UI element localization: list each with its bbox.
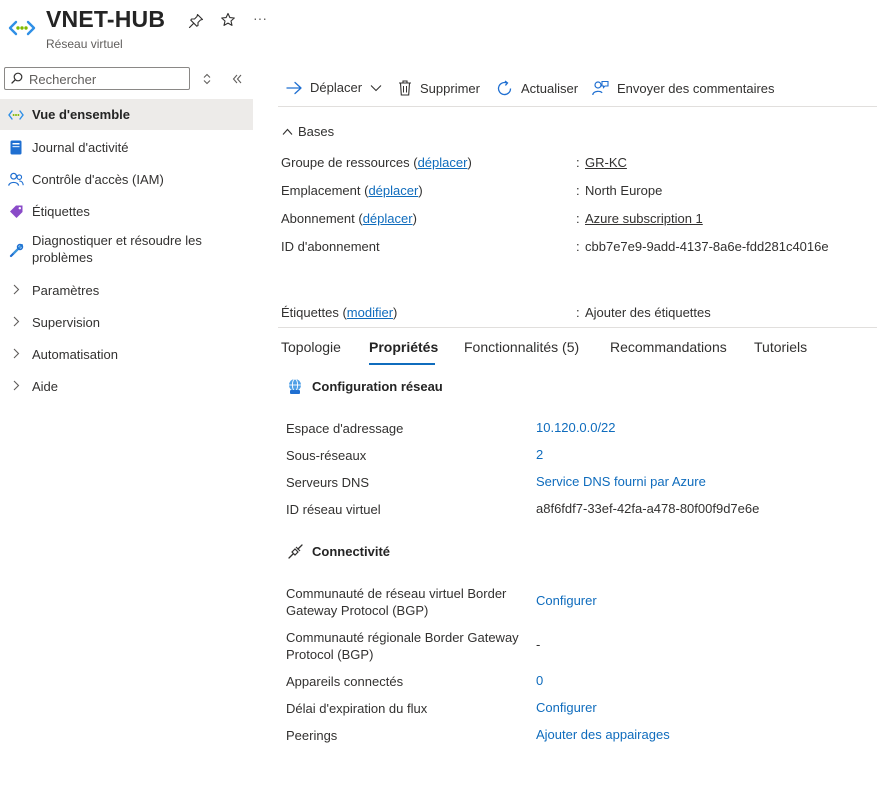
subscription-id-value: cbb7e7e9-9add-4137-8a6e-fdd281c4016e — [585, 239, 829, 254]
chevron-right-icon — [8, 315, 24, 330]
refresh-icon — [497, 80, 512, 96]
chevron-right-icon — [8, 379, 24, 394]
connected-devices-label: Appareils connectés — [286, 674, 404, 689]
vnet-id-value: a8f6fdf7-33ef-42fa-a478-80f00f9d7e6e — [536, 501, 760, 516]
subscription-label: Abonnement (déplacer) — [281, 211, 417, 226]
dns-servers-link[interactable]: Service DNS fourni par Azure — [536, 474, 706, 489]
vnet-icon — [8, 107, 24, 123]
tab-properties[interactable]: Propriétés — [369, 339, 438, 355]
tab-topology[interactable]: Topologie — [281, 339, 341, 355]
tags-label: Étiquettes (modifier) — [281, 305, 398, 320]
sidebar-item-label: Journal d'activité — [32, 139, 129, 155]
subnets-label: Sous-réseaux — [286, 448, 367, 463]
sidebar-item-label: Contrôle d'accès (IAM) — [32, 172, 164, 187]
tab-capabilities[interactable]: Fonctionnalités (5) — [464, 339, 579, 355]
sidebar-item-label: Diagnostiquer et résoudre les problèmes — [32, 233, 202, 265]
essentials-divider — [278, 327, 877, 328]
vnet-icon — [8, 20, 36, 36]
move-resource-group-link[interactable]: déplacer — [418, 155, 468, 170]
chevron-right-icon — [8, 283, 24, 298]
delete-button[interactable]: Supprimer — [398, 80, 480, 96]
connected-devices-link[interactable]: 0 — [536, 673, 543, 688]
flow-timeout-label: Délai d'expiration du flux — [286, 701, 428, 716]
add-peerings-link[interactable]: Ajouter des appairages — [536, 727, 670, 742]
configure-bgp-link[interactable]: Configurer — [536, 593, 597, 608]
trash-icon — [399, 80, 411, 96]
search-icon — [11, 72, 23, 84]
arrow-right-icon — [286, 81, 302, 94]
chevron-up-icon — [282, 128, 293, 135]
plug-icon — [286, 542, 304, 560]
tab-recommendations[interactable]: Recommandations — [610, 339, 727, 355]
page-title: VNET-HUB — [46, 6, 166, 32]
chevron-down-icon — [370, 84, 382, 91]
resource-group-link[interactable]: GR-KC — [585, 155, 627, 170]
connectivity-heading: Connectivité — [286, 542, 390, 560]
dns-servers-label: Serveurs DNS — [286, 475, 370, 490]
regional-bgp-label: Communauté régionale Border Gateway Prot… — [286, 630, 519, 662]
sidebar-item-settings[interactable]: Paramètres — [0, 275, 253, 306]
subscription-id-label: ID d'abonnement — [281, 239, 380, 254]
more-options-button[interactable]: ··· — [253, 10, 267, 26]
tag-icon — [8, 204, 24, 220]
star-icon[interactable] — [220, 12, 236, 28]
iam-people-icon — [8, 172, 24, 188]
tab-tutorials[interactable]: Tutoriels — [754, 339, 807, 355]
collapse-sidebar-icon[interactable] — [232, 74, 242, 84]
address-space-link[interactable]: 10.120.0.0/22 — [536, 420, 616, 435]
vnet-id-label: ID réseau virtuel — [286, 502, 381, 517]
sort-icon[interactable] — [202, 73, 212, 85]
bgp-community-label: Communauté de réseau virtuel Border Gate… — [286, 586, 507, 618]
add-tags-link[interactable]: Ajouter des étiquettes — [585, 305, 711, 320]
feedback-icon — [592, 80, 609, 96]
sidebar-item-label: Paramètres — [32, 283, 100, 298]
sidebar-item-monitoring[interactable]: Supervision — [0, 307, 253, 338]
feedback-button[interactable]: Envoyer des commentaires — [592, 80, 775, 96]
sidebar-item-overview[interactable]: Vue d'ensemble — [0, 99, 253, 130]
essentials-toggle[interactable]: Bases — [282, 124, 334, 139]
location-label: Emplacement (déplacer) — [281, 183, 423, 198]
edit-tags-link[interactable]: modifier — [347, 305, 393, 320]
sidebar-item-automation[interactable]: Automatisation — [0, 339, 253, 370]
regional-bgp-value: - — [536, 637, 541, 652]
move-subscription-link[interactable]: déplacer — [363, 211, 413, 226]
configure-flow-timeout-link[interactable]: Configurer — [536, 700, 597, 715]
sidebar-item-diagnose[interactable]: Diagnostiquer et résoudre les problèmes — [0, 232, 253, 268]
search-input[interactable] — [27, 70, 191, 89]
subnets-link[interactable]: 2 — [536, 447, 543, 462]
page-subtitle: Réseau virtuel — [46, 37, 123, 51]
wrench-icon — [8, 242, 24, 258]
toolbar-divider — [278, 106, 877, 107]
location-value: North Europe — [585, 183, 663, 198]
pin-icon[interactable] — [188, 13, 204, 29]
sidebar-item-help[interactable]: Aide — [0, 371, 253, 402]
sidebar-item-label: Vue d'ensemble — [32, 107, 130, 122]
chevron-right-icon — [8, 347, 24, 362]
network-globe-icon — [286, 377, 304, 395]
sidebar-item-label: Automatisation — [32, 347, 118, 362]
peerings-label: Peerings — [286, 728, 338, 743]
search-box[interactable] — [4, 67, 191, 90]
move-location-link[interactable]: déplacer — [368, 183, 418, 198]
network-config-heading: Configuration réseau — [286, 377, 443, 395]
address-space-label: Espace d'adressage — [286, 421, 404, 436]
refresh-button[interactable]: Actualiser — [496, 80, 578, 97]
sidebar-item-iam[interactable]: Contrôle d'accès (IAM) — [0, 164, 253, 195]
selected-tab-indicator — [369, 363, 435, 365]
activity-log-icon — [8, 139, 24, 155]
resource-group-label: Groupe de ressources (déplacer) — [281, 155, 472, 170]
sidebar-item-activity-log[interactable]: Journal d'activité — [0, 131, 253, 163]
sidebar-item-label: Étiquettes — [32, 204, 90, 219]
move-button[interactable]: Déplacer — [286, 80, 390, 95]
sidebar-item-label: Supervision — [32, 315, 100, 330]
sidebar-item-label: Aide — [32, 379, 59, 394]
sidebar-item-tags[interactable]: Étiquettes — [0, 196, 253, 227]
subscription-link[interactable]: Azure subscription 1 — [585, 211, 703, 226]
